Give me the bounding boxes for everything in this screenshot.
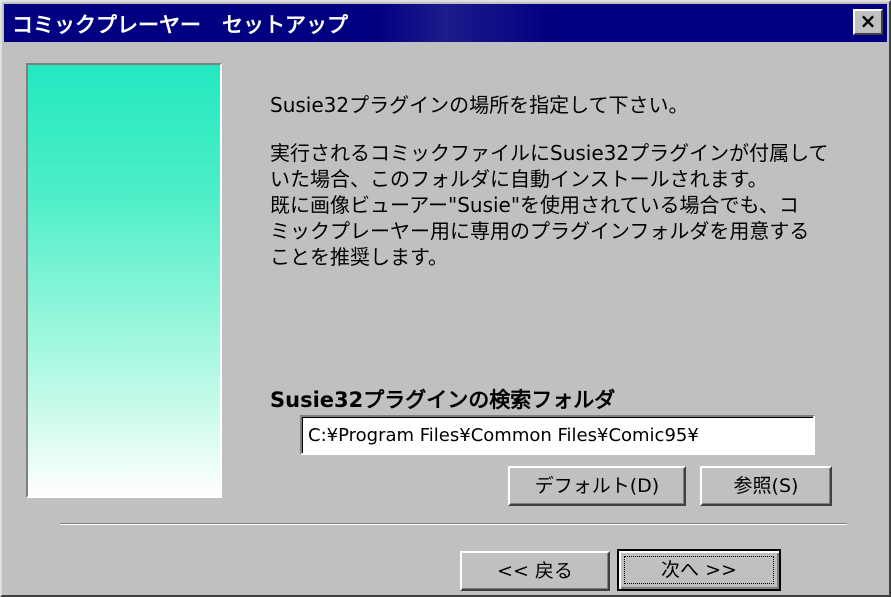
title-bar: コミックプレーヤー セットアップ × [4,4,887,42]
browse-button[interactable]: 参照(S) [700,466,832,506]
description-text: 実行されるコミックファイルにSusie32プラグインが付属して いた場合、このフ… [270,140,829,270]
default-button[interactable]: デフォルト(D) [508,466,686,506]
description-line: 実行されるコミックファイルにSusie32プラグインが付属して [270,141,829,165]
divider [60,523,847,525]
close-icon: × [859,9,877,33]
next-button-label: 次へ >> [624,556,774,584]
close-button[interactable]: × [853,9,883,35]
description-line: 既に画像ビューアー"Susie"を使用されている場合でも、コ [270,193,799,217]
plugin-folder-input[interactable] [300,415,815,455]
description-line: いた場合、このフォルダに自動インストールされます。 [270,167,768,191]
instruction-text: Susie32プラグインの場所を指定して下さい。 [270,93,689,117]
next-button[interactable]: 次へ >> [617,549,781,591]
description-line: ことを推奨します。 [270,245,448,269]
plugin-folder-label: Susie32プラグインの検索フォルダ [270,388,616,412]
back-button[interactable]: << 戻る [460,551,610,591]
window-title: コミックプレーヤー セットアップ [12,13,348,37]
description-line: ミックプレーヤー用に専用のプラグインフォルダを用意する [270,219,810,243]
setup-side-banner [26,63,222,498]
